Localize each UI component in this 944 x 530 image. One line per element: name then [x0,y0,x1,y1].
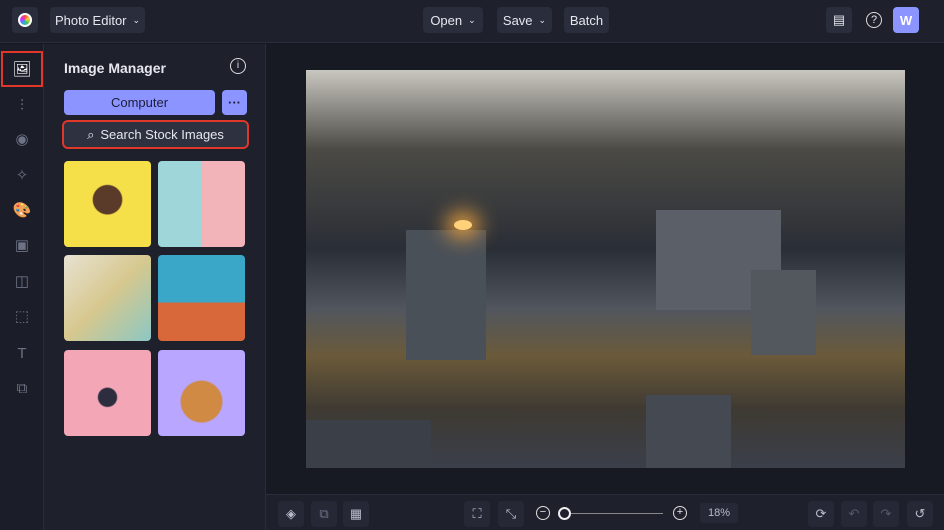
cemetery-photo[interactable] [306,70,905,468]
info-icon[interactable]: i [230,58,246,74]
save-menu[interactable]: Save ⌄ [497,7,552,33]
feedback-icon[interactable]: ▤ [826,7,852,33]
history-icon[interactable]: ↺ [907,501,933,527]
text-icon[interactable]: T [8,339,36,367]
redo-icon[interactable]: ↷ [873,501,899,527]
avatar[interactable]: W [893,7,919,33]
grid-icon[interactable]: ▦ [343,501,369,527]
bottom-toolbar: ◈ ⧉ ▦ ⛶ ⤡ − + 18% ⟳ ↶ ↷ ↺ [266,494,944,530]
search-stock-label: Search Stock Images [100,127,224,142]
image-manager-panel: Image Manager i Computer ··· ⌕ Search Sto… [44,44,266,530]
zoom-slider-handle[interactable] [558,507,571,520]
chevron-down-icon: ⌄ [538,14,547,25]
reset-icon[interactable]: ⟳ [808,501,834,527]
more-label: ··· [228,95,241,110]
search-stock-images-button[interactable]: ⌕ Search Stock Images [62,120,249,149]
photo-editor-menu[interactable]: Photo Editor ⌄ [50,7,145,33]
frame-icon[interactable]: ▣ [8,231,36,259]
panel-title: Image Manager [64,60,166,76]
computer-button[interactable]: Computer [64,90,215,115]
undo-icon[interactable]: ↶ [841,501,867,527]
chevron-down-icon: ⌄ [132,14,141,25]
layers-icon[interactable]: ◈ [278,501,304,527]
chevron-down-icon: ⌄ [468,14,476,25]
overlay-icon[interactable]: ⬚ [8,302,36,330]
logo[interactable] [12,7,38,33]
thumbnail-woman-portrait[interactable] [64,161,151,247]
eye-icon[interactable]: ◉ [8,125,36,153]
photo-editor-label: Photo Editor [54,12,127,28]
image-manager-icon[interactable]: 🖼 [1,51,43,87]
thumbnail-man-desert[interactable] [158,255,245,341]
thumbnail-shiba-dog[interactable] [158,350,245,436]
tool-rail: 🖼 ⫶ ◉ ✧ 🎨 ▣ ◫ ⬚ T ⧉ [0,44,44,530]
graphics-icon[interactable]: ◫ [8,267,36,295]
save-label: Save [502,12,533,28]
avatar-initial: W [899,12,913,28]
zoom-value[interactable]: 18% [700,503,738,523]
artsy-icon[interactable]: 🎨 [8,196,36,224]
batch-label: Batch [569,12,604,28]
open-menu[interactable]: Open ⌄ [423,7,483,33]
zoom-slider[interactable] [558,507,663,520]
open-label: Open [430,12,463,28]
top-bar: Photo Editor ⌄ Open ⌄ Save ⌄ Batch ▤ ? W [0,0,944,43]
fit-screen-icon[interactable]: ⛶ [464,501,490,527]
layers-overlay-icon[interactable]: ⧉ [8,374,36,402]
adjustments-icon[interactable]: ⫶ [8,91,36,119]
thumbnail-mural-bicycle[interactable] [64,255,151,341]
more-options-button[interactable]: ··· [222,90,247,115]
thumbnail-wedding-couple[interactable] [64,350,151,436]
effects-icon[interactable]: ✧ [8,161,36,189]
batch-button[interactable]: Batch [564,7,609,33]
duplicate-icon[interactable]: ⧉ [311,501,337,527]
zoom-in-icon[interactable]: + [673,506,687,520]
computer-label: Computer [110,95,169,110]
actual-size-icon[interactable]: ⤡ [498,501,524,527]
search-icon: ⌕ [87,126,95,142]
thumbnail-pastel-doors[interactable] [158,161,245,247]
zoom-out-icon[interactable]: − [536,506,550,520]
help-icon[interactable]: ? [861,7,887,33]
